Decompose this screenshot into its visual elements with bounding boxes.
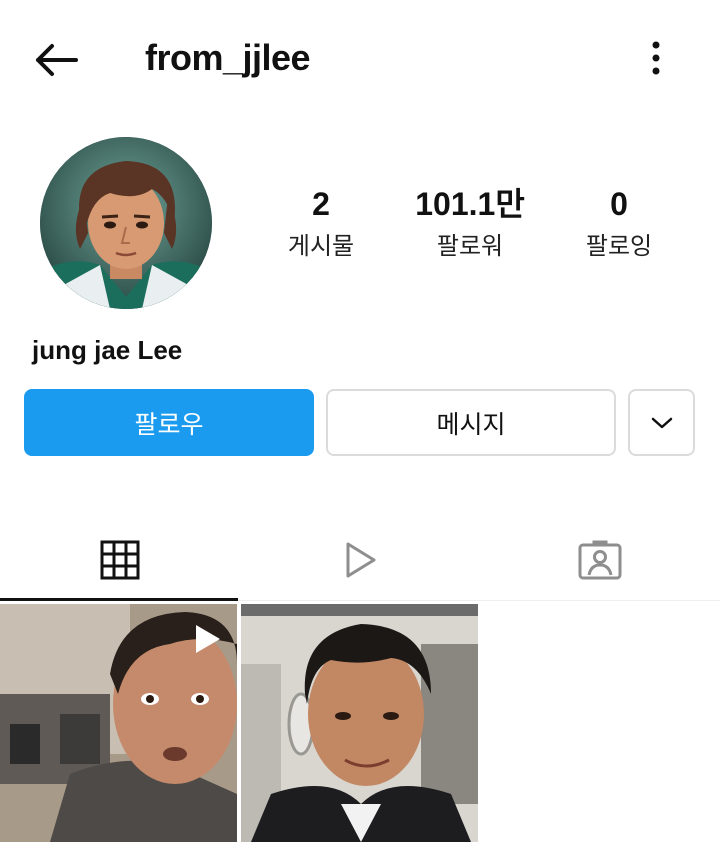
profile-avatar[interactable]	[40, 137, 212, 309]
post-thumbnail-video[interactable]	[0, 604, 237, 842]
chevron-down-icon	[651, 417, 672, 428]
tab-grid[interactable]	[0, 520, 240, 600]
play-icon	[346, 542, 376, 578]
play-badge-icon	[196, 625, 220, 653]
stat-label: 게시물	[287, 232, 355, 260]
grid-icon	[100, 540, 140, 580]
tagged-user-icon	[578, 540, 622, 580]
more-options-button[interactable]	[636, 36, 676, 80]
tab-reels[interactable]	[240, 520, 480, 600]
display-name: jung jae Lee	[32, 335, 183, 365]
profile-header: from_jjlee	[0, 0, 720, 115]
arrow-left-icon	[36, 44, 78, 76]
vertical-ellipsis-icon	[652, 41, 660, 75]
stat-value: 101.1만	[415, 186, 525, 222]
stat-value: 2	[312, 186, 330, 222]
stat-label: 팔로워	[436, 232, 504, 260]
back-button[interactable]	[28, 36, 84, 84]
post-thumbnail-image[interactable]	[241, 604, 478, 842]
suggested-accounts-button[interactable]	[628, 389, 695, 456]
message-button[interactable]: 메시지	[326, 389, 616, 456]
active-tab-indicator	[0, 598, 238, 601]
profile-username: from_jjlee	[145, 37, 311, 78]
stat-value: 0	[610, 186, 628, 222]
follow-button[interactable]: 팔로우	[24, 389, 314, 456]
stat-label: 팔로잉	[585, 232, 653, 260]
stat-following[interactable]: 0 팔로잉	[539, 184, 699, 262]
stat-posts[interactable]: 2 게시물	[241, 184, 401, 262]
tab-tagged[interactable]	[480, 520, 720, 600]
stat-followers[interactable]: 101.1만 팔로워	[390, 184, 550, 262]
